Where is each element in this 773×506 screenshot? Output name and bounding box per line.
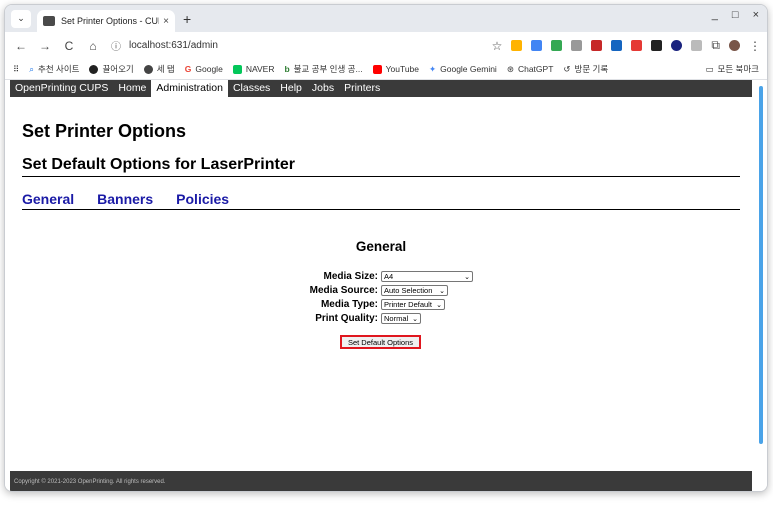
nav-printers[interactable]: Printers (339, 80, 385, 97)
page-viewport: OpenPrinting CUPS Home Administration Cl… (5, 80, 767, 491)
extension-icon[interactable] (631, 40, 643, 51)
bookmark-item[interactable]: ✦ Google Gemini (429, 64, 497, 75)
media-size-label: Media Size: (323, 271, 378, 282)
history-icon: ↺ (563, 63, 571, 74)
media-type-select[interactable]: Printer Default ⌄ (381, 299, 445, 310)
home-button[interactable]: ⌂ (83, 39, 103, 53)
nav-classes[interactable]: Classes (228, 80, 275, 97)
nav-administration[interactable]: Administration (151, 80, 228, 97)
extension-icon[interactable] (551, 40, 563, 51)
close-window-button[interactable]: × (753, 9, 759, 21)
tab-title: Set Printer Options - CUPS (61, 16, 160, 26)
back-button[interactable]: ← (11, 39, 31, 53)
chevron-down-icon: ⌄ (412, 315, 418, 323)
maximize-button[interactable]: □ (732, 9, 739, 21)
tab-general[interactable]: General (22, 191, 74, 207)
bookmark-item[interactable]: G Google (185, 64, 223, 74)
chevron-down-icon: ⌄ (436, 301, 442, 309)
page-footer: Copyright © 2021-2023 OpenPrinting. All … (10, 471, 752, 491)
form-row-media-type: Media Type: Printer Default ⌄ (295, 298, 473, 311)
scrollbar-thumb[interactable] (759, 86, 763, 444)
set-default-options-button[interactable]: Set Default Options (340, 335, 421, 349)
bookmark-item[interactable]: ⊛ ChatGPT (507, 64, 554, 75)
divider (22, 209, 740, 210)
browser-window: ⌄ Set Printer Options - CUPS × + _ □ × ←… (4, 4, 768, 492)
page-subtitle: Set Default Options for LaserPrinter (22, 156, 295, 173)
print-quality-select[interactable]: Normal ⌄ (381, 313, 421, 324)
bookmarks-bar: ⠿ ⌕ 추천 사이트 끌어오기 세 탭 G Google NAVER b 불교 공부 … (5, 59, 767, 80)
menu-icon[interactable]: ⋮ (749, 39, 761, 53)
option-tabs: General Banners Policies (22, 191, 229, 207)
minimize-button[interactable]: _ (712, 9, 718, 21)
bookmark-icon (143, 64, 153, 74)
bookmark-item[interactable]: ↺ 방문 기록 (563, 63, 608, 75)
all-bookmarks[interactable]: ▭ 모든 북마크 (706, 63, 760, 75)
extension-icon[interactable] (571, 40, 583, 51)
naver-icon (232, 64, 242, 74)
bookmark-item[interactable]: NAVER (232, 64, 274, 74)
nav-home[interactable]: Home (113, 80, 151, 97)
star-icon[interactable]: ☆ (492, 39, 503, 53)
close-icon[interactable]: × (163, 16, 169, 27)
camera-icon[interactable] (691, 40, 703, 51)
printer-icon (43, 16, 55, 26)
grid-icon[interactable] (611, 40, 623, 51)
gemini-icon: ✦ (429, 63, 437, 74)
address-bar[interactable]: ⓘ localhost:631/admin (111, 38, 218, 53)
bookmark-item[interactable]: YouTube (372, 64, 419, 74)
bookmark-item[interactable]: 끌어오기 (89, 63, 134, 75)
form-row-print-quality: Print Quality: Normal ⌄ (295, 312, 473, 325)
page-title: Set Printer Options (22, 121, 187, 141)
bookmark-item[interactable]: b 불교 공부 인생 공... (284, 63, 362, 75)
nav-jobs[interactable]: Jobs (307, 80, 339, 97)
divider (22, 176, 740, 177)
youtube-icon (372, 64, 382, 74)
shield-icon[interactable] (591, 40, 603, 51)
form-row-media-source: Media Source: Auto Selection ⌄ (295, 284, 473, 297)
search-icon: ⌕ (29, 63, 34, 74)
google-icon: G (184, 64, 192, 74)
form-row-media-size: Media Size: A4 ⌄ (295, 270, 473, 283)
bookmark-icon (89, 64, 99, 74)
tab-banners[interactable]: Banners (97, 191, 153, 207)
forward-button[interactable]: → (35, 39, 55, 53)
extension-icon[interactable] (671, 40, 683, 51)
options-form: Media Size: A4 ⌄ Media Source: Auto Selec… (295, 270, 473, 326)
apps-icon[interactable]: ⠿ (13, 64, 19, 75)
avatar[interactable] (729, 40, 740, 51)
site-info-icon[interactable]: ⓘ (111, 38, 121, 53)
print-quality-label: Print Quality: (315, 313, 378, 324)
chevron-down-icon: ⌄ (464, 273, 470, 281)
reload-button[interactable]: C (59, 39, 79, 53)
chevron-down-icon: ⌄ (439, 287, 445, 295)
browser-toolbar: ← → C ⌂ ⓘ localhost:631/admin ☆ ⧉ ⋮ (5, 32, 767, 59)
bookmark-item[interactable]: 세 탭 (143, 63, 175, 75)
translate-icon[interactable] (531, 40, 543, 51)
tab-search-button[interactable]: ⌄ (11, 9, 31, 28)
media-source-label: Media Source: (309, 285, 378, 296)
folder-icon: ▭ (705, 63, 714, 74)
chatgpt-icon: ⊛ (506, 63, 514, 74)
media-type-label: Media Type: (320, 299, 378, 310)
media-source-select[interactable]: Auto Selection ⌄ (381, 285, 448, 296)
window-controls: _ □ × (712, 9, 759, 21)
nav-openprinting-cups[interactable]: OpenPrinting CUPS (10, 80, 113, 97)
extension-icon[interactable] (651, 40, 663, 51)
url-text: localhost:631/admin (129, 40, 218, 51)
cups-navbar: OpenPrinting CUPS Home Administration Cl… (10, 80, 752, 97)
nav-help[interactable]: Help (275, 80, 307, 97)
tab-policies[interactable]: Policies (176, 191, 229, 207)
extension-icon[interactable] (511, 40, 523, 51)
bookmark-item[interactable]: ⌕ 추천 사이트 (29, 63, 79, 75)
browser-tab[interactable]: Set Printer Options - CUPS × (37, 10, 175, 32)
bookmark-icon: b (284, 64, 290, 74)
section-title: General (355, 239, 407, 254)
media-size-select[interactable]: A4 ⌄ (381, 271, 473, 282)
tab-strip: ⌄ Set Printer Options - CUPS × + _ □ × (5, 5, 767, 32)
new-tab-button[interactable]: + (183, 11, 191, 27)
puzzle-icon[interactable]: ⧉ (711, 38, 720, 53)
extensions-bar: ☆ ⧉ ⋮ (492, 38, 761, 53)
